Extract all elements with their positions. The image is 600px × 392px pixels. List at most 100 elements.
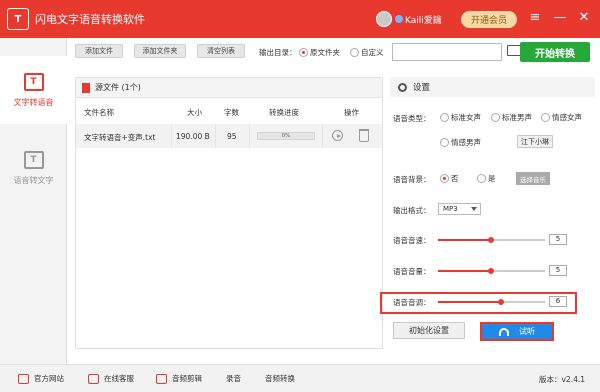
file-words: 95 [227, 132, 237, 141]
chevron-down-icon [471, 207, 477, 211]
speed-slider-thumb[interactable] [488, 237, 494, 243]
speed-value[interactable]: 5 [549, 234, 567, 245]
volume-value[interactable]: 5 [549, 265, 567, 276]
bottom-bar: 官方网站 在线客服 音频剪辑 录音 音频转换 版本：v2.4.1 [0, 364, 600, 392]
background-option-yes[interactable]: 是 [477, 173, 496, 184]
speech-to-text-icon: T [23, 150, 44, 169]
online-support-link[interactable]: 在线客服 [88, 373, 134, 384]
start-convert-button[interactable]: 开始转换 [520, 42, 590, 62]
link-label: 在线客服 [104, 374, 134, 383]
voice-type-option[interactable]: 情感女声 [541, 112, 582, 123]
radio-icon [477, 174, 486, 183]
column-header-size: 大小 [187, 108, 202, 117]
volume-slider-thumb[interactable] [488, 268, 494, 274]
app-logo-icon: T [7, 8, 29, 30]
sidebar-item-speech-to-text[interactable]: T 语音转文字 [0, 134, 67, 202]
voice-type-option[interactable]: 标准女声 [440, 112, 481, 123]
vip-button[interactable]: 开通会员 [461, 11, 517, 28]
vip-badge-icon [395, 15, 403, 23]
settings-header: 设置 [390, 77, 595, 97]
background-option-no[interactable]: 否 [440, 173, 459, 184]
link-label: 音频转换 [265, 374, 295, 383]
reset-settings-button[interactable]: 初始化设置 [393, 322, 465, 339]
listen-label: 试听 [519, 327, 535, 336]
output-path-input[interactable] [392, 43, 502, 61]
user-icon [88, 373, 99, 384]
document-icon [82, 82, 90, 93]
settings-title: 设置 [413, 83, 431, 93]
radio-label: 是 [488, 174, 496, 183]
headphones-icon [499, 327, 509, 336]
column-header-actions: 操作 [344, 108, 359, 117]
menu-icon[interactable]: ≡ [528, 10, 542, 26]
app-window: T 闪电文字语音转换软件 Kaili爱鑰 开通会员 ≡ — ✕ T 文字转语音 … [0, 0, 600, 392]
format-label: 输出格式： [393, 206, 431, 215]
radio-label: 自定义 [361, 48, 384, 57]
radio-icon [440, 174, 449, 183]
user-name: Kaili爱鑰 [405, 15, 442, 26]
file-size: 190.00 B [176, 132, 210, 141]
radio-label: 标准男声 [502, 113, 532, 122]
radio-label: 情感男声 [451, 138, 481, 147]
radio-label: 标准女声 [451, 113, 481, 122]
column-header-name: 文件名称 [84, 108, 114, 117]
radio-icon [299, 48, 308, 57]
listen-button[interactable]: 试听 [480, 322, 554, 341]
user-account[interactable]: Kaili爱鑰 [376, 11, 442, 27]
output-option-custom[interactable]: 自定义 [350, 47, 384, 58]
scissors-icon [156, 373, 167, 384]
speed-slider-track[interactable] [491, 239, 545, 241]
sidebar-item-label: 文字转语音 [13, 97, 54, 107]
play-icon[interactable] [332, 130, 343, 141]
audio-convert-link[interactable]: 音频转换 [265, 373, 295, 384]
version-label: 版本：v2.4.1 [539, 375, 586, 384]
audio-edit-link[interactable]: 音频剪辑 [156, 373, 202, 384]
format-value: MP3 [443, 205, 458, 213]
radio-label: 否 [451, 174, 459, 183]
link-label: 音频剪辑 [172, 374, 202, 383]
output-option-source[interactable]: 原文件夹 [299, 47, 340, 58]
progress-bar: 0% [257, 132, 315, 140]
title-bar: T 闪电文字语音转换软件 Kaili爱鑰 开通会员 ≡ — ✕ [0, 0, 600, 38]
format-select[interactable]: MP3 [438, 203, 481, 215]
pitch-highlight-box [380, 292, 577, 314]
folder-icon[interactable] [507, 45, 521, 56]
voice-type-option[interactable]: 标准男声 [491, 112, 532, 123]
clear-list-button[interactable]: 清空列表 [197, 44, 245, 58]
gear-icon [398, 82, 407, 92]
official-site-link[interactable]: 官方网站 [18, 373, 64, 384]
column-header-progress: 转换进度 [269, 108, 299, 117]
sidebar-item-text-to-speech[interactable]: T 文字转语音 [0, 56, 67, 124]
close-icon[interactable]: ✕ [577, 10, 591, 26]
volume-slider-fill [438, 270, 491, 272]
voice-type-label: 语音类型： [393, 114, 431, 123]
voice-extra-button[interactable]: 江下小琳 [517, 135, 553, 148]
radio-icon [440, 138, 449, 147]
link-label: 录音 [226, 374, 241, 383]
sidebar-item-label: 语音转文字 [13, 175, 54, 185]
volume-slider-track[interactable] [491, 270, 545, 272]
choose-music-button[interactable]: 选择音乐 [516, 172, 550, 185]
output-dir-label: 输出目录： [259, 48, 297, 57]
app-title: 闪电文字语音转换软件 [35, 13, 145, 26]
add-file-button[interactable]: 添加文件 [75, 44, 123, 58]
divider [322, 124, 323, 148]
minimize-icon[interactable]: — [553, 10, 567, 26]
divider [249, 124, 250, 148]
speed-slider-fill [438, 239, 491, 241]
radio-label: 原文件夹 [310, 48, 340, 57]
radio-icon [440, 113, 449, 122]
radio-icon [541, 113, 550, 122]
radio-icon [491, 113, 500, 122]
table-row[interactable]: 文字转语音+变声.txt 190.00 B 95 0% [76, 124, 382, 148]
voice-type-option[interactable]: 情感男声 [440, 137, 481, 148]
volume-label: 语音音量： [393, 267, 431, 276]
monitor-icon [18, 373, 29, 384]
record-link[interactable]: 录音 [226, 373, 241, 384]
trash-icon[interactable] [359, 129, 369, 142]
sidebar: T 文字转语音 T 语音转文字 [0, 38, 67, 364]
add-folder-button[interactable]: 添加文件夹 [134, 44, 186, 58]
text-to-speech-icon: T [23, 72, 44, 91]
file-count-label: 源文件 (1个) [95, 83, 141, 92]
link-label: 官方网站 [34, 374, 64, 383]
